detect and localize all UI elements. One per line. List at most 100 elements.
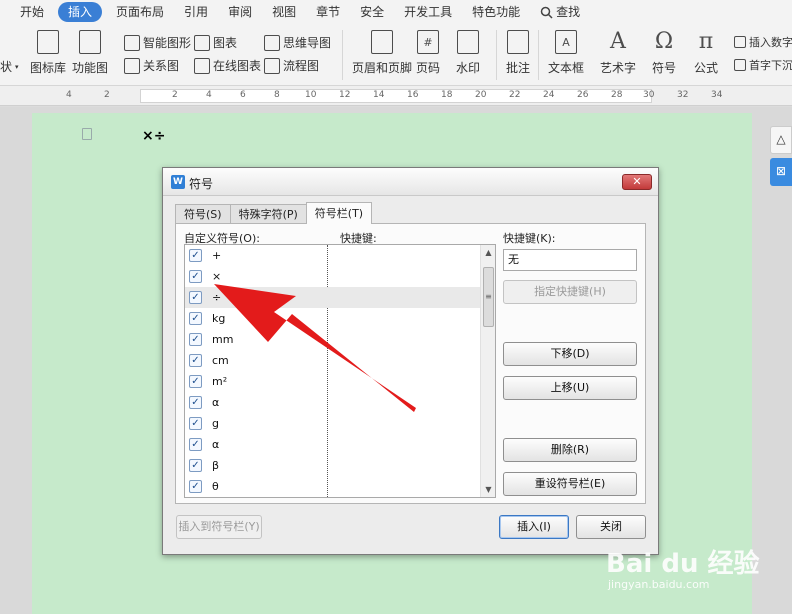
watermark-icon [457, 30, 479, 54]
move-down-button[interactable]: 下移(D) [503, 342, 637, 366]
list-item[interactable]: ✓ β [185, 455, 481, 476]
ruler-tick: 22 [509, 90, 521, 100]
scroll-thumb[interactable]: ≡ [483, 267, 494, 327]
ruler-tick: 2 [172, 90, 178, 100]
text-box-button[interactable]: A 文本框 [548, 30, 584, 76]
ruler-tick: 26 [577, 90, 589, 100]
close-button[interactable]: 关闭 [576, 515, 646, 539]
symbol-text: m² [212, 375, 228, 388]
relation-button[interactable]: 关系图 [124, 57, 179, 74]
list-item[interactable]: ✓ g [185, 413, 481, 434]
page-number-button[interactable]: # 页码 [416, 30, 440, 76]
icon-library-button[interactable]: 图标库 [30, 30, 66, 76]
shortcut-key-label: 快捷键(K): [503, 232, 556, 245]
menu-view[interactable]: 视图 [262, 2, 306, 22]
list-item-selected[interactable]: ✓ ÷ [185, 287, 481, 308]
menu-chapter[interactable]: 章节 [306, 2, 350, 22]
collapse-icon[interactable]: △ [770, 126, 792, 154]
menu-insert[interactable]: 插入 [58, 2, 103, 22]
shape-label: 状 [0, 60, 13, 74]
function-chart-button[interactable]: 功能图 [72, 30, 108, 76]
symbol-text: α [212, 396, 220, 409]
flowchart-button[interactable]: 流程图 [264, 57, 319, 74]
flowchart-label: 流程图 [283, 59, 320, 73]
list-item[interactable]: ✓ m² [185, 371, 481, 392]
custom-symbols-list[interactable]: ✓ + ✓ × ✓ ÷ ✓ kg ✓ mm ✓ cm ✓ m² ✓ α ✓ g ✓ α ✓ β ✓ θ … [184, 244, 496, 498]
list-item[interactable]: ✓ × [185, 266, 481, 287]
pi-icon: π [698, 29, 714, 54]
list-item[interactable]: ✓ cm [185, 350, 481, 371]
page-number-label: 页码 [416, 61, 441, 75]
tab-symbol[interactable]: 符号(S) [175, 204, 231, 224]
text-box-label: 文本框 [548, 61, 585, 75]
checkbox[interactable]: ✓ [189, 333, 202, 346]
menu-references[interactable]: 引用 [174, 2, 218, 22]
menu-search[interactable]: 查找 [530, 2, 590, 22]
checkbox[interactable]: ✓ [189, 270, 202, 283]
checkbox[interactable]: ✓ [189, 291, 202, 304]
symbol-text: kg [212, 312, 226, 325]
insert-to-bar-button[interactable]: 插入到符号栏(Y) [176, 515, 262, 539]
menu-security[interactable]: 安全 [350, 2, 394, 22]
symbol-text: α [212, 438, 220, 451]
online-chart-button[interactable]: 在线图表 [194, 57, 261, 74]
ruler-tick: 20 [475, 90, 487, 100]
smart-graphic-button[interactable]: 智能图形 [124, 34, 191, 51]
scroll-down-icon[interactable]: ▼ [481, 482, 495, 497]
dialog-titlebar[interactable]: W 符号 ✕ [163, 168, 658, 196]
tab-symbol-bar[interactable]: 符号栏(T) [305, 202, 373, 224]
icon-library-label: 图标库 [30, 61, 67, 75]
checkbox[interactable]: ✓ [189, 438, 202, 451]
dialog-tabs: 符号(S) 特殊字符(P) 符号栏(T) [175, 202, 373, 224]
list-item[interactable]: ✓ α [185, 434, 481, 455]
checkbox[interactable]: ✓ [189, 312, 202, 325]
checkbox[interactable]: ✓ [189, 459, 202, 472]
assign-shortcut-button[interactable]: 指定快捷键(H) [503, 280, 637, 304]
delete-button[interactable]: 删除(R) [503, 438, 637, 462]
menu-start[interactable]: 开始 [10, 2, 54, 22]
menu-developer[interactable]: 开发工具 [394, 2, 462, 22]
drop-cap-button[interactable]: 首字下沉 [734, 57, 792, 73]
checkbox[interactable]: ✓ [189, 396, 202, 409]
list-item[interactable]: ✓ + [185, 245, 481, 266]
list-scrollbar[interactable]: ▲ ≡ ▼ [480, 245, 495, 497]
header-footer-icon [371, 30, 393, 54]
insert-number-button[interactable]: 插入数字 [734, 34, 792, 50]
ruler-tick: 12 [339, 90, 351, 100]
paragraph-icon[interactable] [82, 128, 92, 140]
menu-page-layout[interactable]: 页面布局 [106, 2, 174, 22]
chart-icon [194, 34, 210, 51]
insert-number-icon [734, 36, 746, 48]
header-footer-button[interactable]: 页眉和页脚 [352, 30, 412, 76]
checkbox[interactable]: ✓ [189, 375, 202, 388]
tab-special-chars[interactable]: 特殊字符(P) [229, 204, 307, 224]
move-up-button[interactable]: 上移(U) [503, 376, 637, 400]
shortcut-key-field[interactable]: 无 [503, 249, 637, 271]
menu-features[interactable]: 特色功能 [462, 2, 530, 22]
list-item[interactable]: ✓ α [185, 392, 481, 413]
menu-review[interactable]: 审阅 [218, 2, 262, 22]
checkbox[interactable]: ✓ [189, 249, 202, 262]
watermark-button[interactable]: 水印 [456, 30, 480, 76]
list-item[interactable]: ✓ θ [185, 476, 481, 497]
comment-button[interactable]: 批注 [506, 30, 530, 76]
chart-button[interactable]: 图表 [194, 34, 237, 51]
sidebar-tool-icon[interactable]: ⊠ [770, 158, 792, 186]
checkbox[interactable]: ✓ [189, 417, 202, 430]
formula-button[interactable]: π 公式 [694, 30, 718, 76]
shape-button[interactable]: 状 ▾ [0, 58, 19, 75]
scroll-up-icon[interactable]: ▲ [481, 245, 495, 260]
mind-map-button[interactable]: 思维导图 [264, 34, 331, 51]
ruler-tick: 16 [407, 90, 419, 100]
list-item[interactable]: ✓ kg [185, 308, 481, 329]
ruler-tick: 30 [643, 90, 655, 100]
close-icon[interactable]: ✕ [622, 174, 652, 190]
checkbox[interactable]: ✓ [189, 354, 202, 367]
list-item[interactable]: ✓ mm [185, 329, 481, 350]
insert-button[interactable]: 插入(I) [499, 515, 569, 539]
word-art-button[interactable]: A 艺术字 [600, 30, 636, 76]
checkbox[interactable]: ✓ [189, 480, 202, 493]
symbol-button[interactable]: Ω 符号 [652, 30, 676, 76]
document-text[interactable]: ×÷ [142, 128, 165, 144]
reset-symbol-bar-button[interactable]: 重设符号栏(E) [503, 472, 637, 496]
